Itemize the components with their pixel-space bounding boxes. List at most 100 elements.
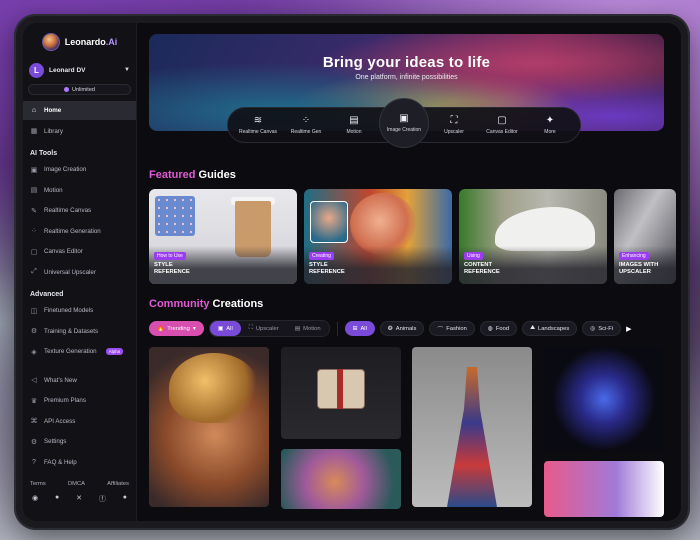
section-heading-ai-tools: AI Tools	[30, 150, 58, 157]
sidebar-nav: ⌂ Home ▦ Library AI Tools ▣ Image Creati…	[23, 101, 136, 473]
sidebar-item-realtime-generation[interactable]: ⁘ Realtime Generation	[23, 222, 136, 241]
sparkle-icon: ✦	[545, 114, 555, 126]
featured-guides-heading: Featured Guides	[149, 169, 671, 181]
guide-title: CONTENT REFERENCE	[464, 262, 500, 276]
guide-tag: Creating	[309, 252, 334, 260]
creation-tile[interactable]	[544, 461, 664, 517]
guide-title: STYLE REFERENCE	[309, 262, 345, 276]
sidebar-item-universal-upscaler[interactable]: ⤢ Universal Upscaler	[23, 263, 136, 282]
tool-canvas-editor[interactable]: ▢ Canvas Editor	[479, 114, 525, 135]
plan-badge[interactable]: Unlimited	[28, 84, 131, 95]
section-heading-advanced: Advanced	[30, 291, 64, 298]
affiliates-link[interactable]: Affiliates	[107, 481, 129, 487]
user-menu[interactable]: L Leonard DV ▼	[23, 61, 136, 79]
image-icon: ▣	[399, 112, 409, 124]
megaphone-icon: ◁	[31, 377, 37, 384]
guide-tag: Enhancing	[619, 252, 649, 260]
sidebar-item-api-access[interactable]: ⌘ API Access	[23, 412, 136, 431]
tool-more[interactable]: ✦ More	[527, 114, 573, 135]
guide-card[interactable]: How to Use STYLE REFERENCE	[149, 189, 297, 284]
tool-label: Upscaler	[444, 128, 464, 135]
app-screen: Leonardo.Ai L Leonard DV ▼ Unlimited ⌂ H…	[23, 23, 681, 521]
sidebar-item-canvas-editor[interactable]: ▢ Canvas Editor	[23, 242, 136, 261]
sneaker-image	[495, 207, 595, 251]
tool-motion[interactable]: ▤ Motion	[331, 115, 377, 135]
guide-title-line1: STYLE	[154, 262, 173, 268]
sidebar-item-training-datasets[interactable]: ⚙ Training & Datasets	[23, 322, 136, 341]
sidebar-item-library[interactable]: ▦ Library	[23, 122, 136, 141]
logo-avatar-icon	[41, 33, 60, 51]
sidebar-item-realtime-canvas[interactable]: ✎ Realtime Canvas	[23, 201, 136, 220]
creation-tile[interactable]	[149, 347, 269, 507]
terms-link[interactable]: Terms	[30, 481, 46, 487]
tool-image-creation[interactable]: ▣ Image Creation	[379, 98, 429, 148]
reddit-icon[interactable]: ●	[55, 494, 59, 504]
guide-card[interactable]: Enhancing IMAGES WITH UPSCALER	[614, 189, 676, 284]
tool-realtime-canvas[interactable]: ≋ Realtime Canvas	[235, 115, 281, 135]
sort-dropdown[interactable]: 🔥 Trending ▾	[149, 321, 204, 336]
category-filter-food[interactable]: ◍ Food	[479, 321, 518, 336]
sidebar-item-finetuned-models[interactable]: ◫ Finetuned Models	[23, 301, 136, 320]
type-filter-upscaler[interactable]: ⛶ Upscaler	[241, 321, 287, 336]
category-filter-all[interactable]: ⊞ All	[344, 321, 375, 336]
canvas-icon: ▢	[497, 114, 507, 126]
category-filter-sci-fi[interactable]: ◎ Sci-Fi	[582, 321, 622, 336]
tool-realtime-gen[interactable]: ⁘ Realtime Gen	[283, 115, 329, 135]
sidebar-item-premium-plans[interactable]: ♛ Premium Plans	[23, 391, 136, 410]
sidebar-item-settings[interactable]: ⚙ Settings	[23, 432, 136, 451]
sidebar-item-label: Finetuned Models	[44, 307, 94, 314]
category-filter-fashion[interactable]: ⌒ Fashion	[429, 321, 475, 336]
guide-card[interactable]: Using CONTENT REFERENCE	[459, 189, 607, 284]
category-filter-landscapes[interactable]: ⛰ Landscapes	[522, 321, 578, 336]
sidebar-item-label: Image Creation	[44, 166, 87, 173]
type-filter-group: ▣ All ⛶ Upscaler ▤ Motion	[208, 320, 330, 337]
tool-label: Realtime Canvas	[238, 128, 278, 135]
tablet-frame: Leonardo.Ai L Leonard DV ▼ Unlimited ⌂ H…	[14, 14, 690, 530]
type-filter-motion[interactable]: ▤ Motion	[287, 321, 329, 336]
guide-title: IMAGES WITH UPSCALER	[619, 262, 658, 276]
divider	[336, 321, 338, 336]
sidebar-item-label: FAQ & Help	[44, 458, 77, 466]
sidebar-item-label: Realtime Generation	[44, 227, 101, 235]
creation-tile[interactable]	[544, 347, 664, 451]
tool-label: Image Creation	[386, 126, 422, 133]
paw-icon: ❂	[387, 325, 393, 332]
home-icon: ⌂	[31, 107, 37, 114]
main-content: Bring your ideas to life One platform, i…	[137, 23, 681, 521]
plan-label: Unlimited	[72, 86, 95, 93]
category-filter-animals[interactable]: ❂ Animals	[379, 321, 425, 336]
dmca-link[interactable]: DMCA	[68, 481, 85, 487]
x-icon[interactable]: ✕	[76, 494, 82, 504]
creation-tile[interactable]	[281, 449, 401, 509]
creation-tile[interactable]	[281, 347, 401, 439]
discord-icon[interactable]: ◉	[32, 494, 38, 504]
footer-links: Terms DMCA Affiliates	[23, 481, 136, 487]
sidebar-item-faq-help[interactable]: ? FAQ & Help	[23, 453, 136, 472]
film-icon: ▤	[294, 325, 301, 332]
scroll-right-icon[interactable]: ▶	[626, 325, 631, 333]
sidebar-item-motion[interactable]: ▤ Motion	[23, 181, 136, 200]
sidebar-item-label: Home	[44, 107, 62, 114]
flame-icon: 🔥	[157, 325, 165, 332]
facebook-icon[interactable]: ⓕ	[99, 494, 106, 504]
logo[interactable]: Leonardo.Ai	[23, 31, 136, 53]
sidebar-item-label: API Access	[44, 417, 76, 425]
planet-icon: ◎	[590, 325, 596, 332]
avatar: L	[29, 62, 44, 78]
type-filter-all[interactable]: ▣ All	[209, 321, 241, 336]
tool-upscaler[interactable]: ⛶ Upscaler	[431, 115, 477, 135]
sidebar-item-image-creation[interactable]: ▣ Image Creation	[23, 160, 136, 179]
logo-suffix: .Ai	[105, 37, 118, 47]
sidebar-item-home[interactable]: ⌂ Home	[23, 101, 136, 120]
apple-icon[interactable]: ●	[123, 494, 127, 504]
model-icon: ◫	[30, 307, 38, 315]
brush-icon: ✎	[31, 207, 37, 215]
creation-tile[interactable]	[412, 347, 532, 507]
sidebar-item-texture-generation[interactable]: ◈ Texture Generation Alpha	[23, 342, 136, 361]
heading-rest: Guides	[195, 169, 236, 181]
sidebar-item-whats-new[interactable]: ◁ What's New	[23, 371, 136, 390]
guide-card[interactable]: Creating STYLE REFERENCE	[304, 189, 452, 284]
sidebar: Leonardo.Ai L Leonard DV ▼ Unlimited ⌂ H…	[23, 23, 137, 521]
fabric-swatch-image	[155, 196, 195, 236]
chip-label: All	[360, 325, 367, 332]
